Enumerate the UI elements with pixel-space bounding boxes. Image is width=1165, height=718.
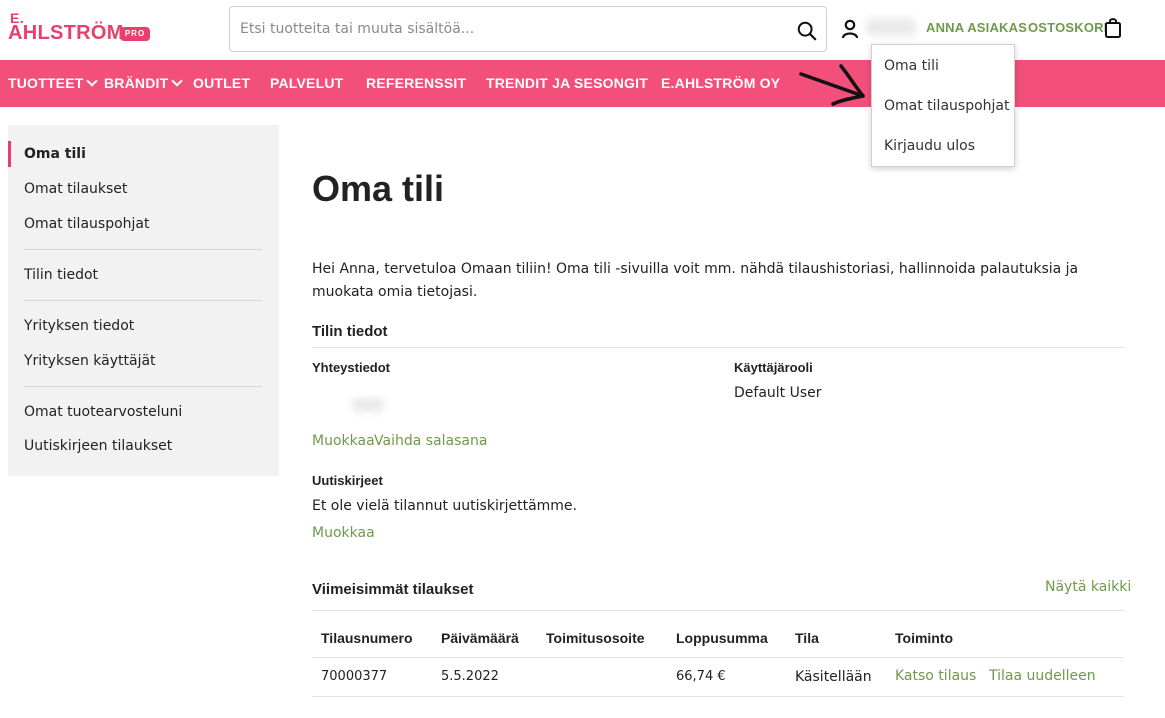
search-input[interactable] bbox=[240, 18, 780, 40]
account-sidebar: Oma tili Omat tilaukset Omat tilauspohja… bbox=[8, 125, 279, 476]
search-icon[interactable] bbox=[796, 20, 818, 42]
menu-item-tilauspohjat[interactable]: Omat tilauspohjat bbox=[884, 98, 1009, 114]
order-date: 5.5.2022 bbox=[441, 669, 499, 684]
nav-item-brandit[interactable]: BRÄNDIT bbox=[104, 75, 184, 91]
sidebar-item-arvostelut[interactable]: Omat tuotearvosteluni bbox=[24, 404, 182, 420]
page-title: Oma tili bbox=[312, 168, 445, 209]
divider bbox=[312, 610, 1124, 611]
menu-item-logout[interactable]: Kirjaudu ulos bbox=[884, 138, 975, 154]
annotation-arrow-icon bbox=[799, 64, 865, 106]
sidebar-item-yrityksen-tiedot[interactable]: Yrityksen tiedot bbox=[24, 318, 134, 334]
divider bbox=[24, 386, 262, 387]
column-header: Loppusumma bbox=[676, 630, 768, 646]
nav-item-palvelut[interactable]: PALVELUT bbox=[270, 75, 343, 91]
brand-logo[interactable]: E. AHLSTRÖM PRO bbox=[8, 10, 153, 48]
chevron-down-icon bbox=[171, 75, 184, 87]
column-header: Tilausnumero bbox=[321, 630, 413, 646]
blurred-user-info bbox=[866, 18, 916, 36]
account-info-heading: Tilin tiedot bbox=[312, 323, 388, 340]
sidebar-item-tilin-tiedot[interactable]: Tilin tiedot bbox=[24, 267, 98, 283]
column-header: Toimitusosoite bbox=[546, 630, 645, 646]
newsletter-status: Et ole vielä tilannut uutiskirjettämme. bbox=[312, 498, 577, 514]
nav-item-referenssit[interactable]: REFERENSSIT bbox=[366, 75, 466, 91]
change-password-link[interactable]: Vaihda salasana bbox=[374, 433, 487, 449]
welcome-text: Hei Anna, tervetuloa Omaan tiliin! Oma t… bbox=[312, 261, 1079, 300]
edit-contact-link[interactable]: Muokkaa bbox=[312, 433, 375, 449]
sidebar-item-tilauspohjat[interactable]: Omat tilauspohjat bbox=[24, 216, 149, 232]
menu-item-oma-tili[interactable]: Oma tili bbox=[884, 58, 939, 74]
sidebar-item-oma-tili[interactable]: Oma tili bbox=[24, 146, 86, 162]
nav-item-trendit[interactable]: TRENDIT JA SESONGIT bbox=[486, 75, 648, 91]
nav-item-company[interactable]: E.AHLSTRÖM OY bbox=[661, 75, 780, 91]
column-header: Toiminto bbox=[895, 630, 954, 646]
order-number: 70000377 bbox=[321, 669, 388, 684]
divider bbox=[312, 347, 1124, 348]
active-indicator bbox=[8, 141, 11, 167]
newsletter-heading: Uutiskirjeet bbox=[312, 473, 383, 488]
reorder-link[interactable]: Tilaa uudelleen bbox=[989, 668, 1096, 684]
cart-link[interactable]: OSTOSKORI bbox=[1028, 20, 1108, 35]
order-status: Käsitellään bbox=[795, 669, 872, 685]
show-all-orders-link[interactable]: Näytä kaikki bbox=[1045, 579, 1131, 595]
divider bbox=[24, 300, 262, 301]
column-header: Päivämäärä bbox=[441, 630, 519, 646]
shopping-bag-icon[interactable] bbox=[1104, 17, 1122, 39]
role-value: Default User bbox=[734, 385, 822, 401]
sidebar-item-uutiskirjeet[interactable]: Uutiskirjeen tilaukset bbox=[24, 438, 172, 454]
nav-item-outlet[interactable]: OUTLET bbox=[193, 75, 250, 91]
user-icon[interactable] bbox=[840, 18, 860, 40]
account-name-link[interactable]: ANNA ASIAKAS bbox=[926, 20, 1027, 35]
chevron-down-icon bbox=[86, 75, 99, 87]
account-dropdown-menu: Oma tili Omat tilauspohjat Kirjaudu ulos bbox=[871, 44, 1015, 167]
column-header: Tila bbox=[795, 630, 819, 646]
pro-badge: PRO bbox=[120, 27, 150, 41]
divider bbox=[24, 249, 262, 250]
recent-orders-heading: Viimeisimmät tilaukset bbox=[312, 581, 474, 598]
role-heading: Käyttäjärooli bbox=[734, 360, 813, 375]
divider bbox=[312, 696, 1124, 697]
nav-item-tuotteet[interactable]: TUOTTEET bbox=[8, 75, 99, 91]
sidebar-item-tilaukset[interactable]: Omat tilaukset bbox=[24, 181, 127, 197]
view-order-link[interactable]: Katso tilaus bbox=[895, 668, 976, 684]
order-total: 66,74 € bbox=[676, 669, 726, 684]
divider bbox=[312, 657, 1124, 658]
logo-line2: AHLSTRÖM bbox=[8, 22, 124, 44]
blurred-contact-info bbox=[352, 398, 384, 412]
search-box bbox=[229, 6, 827, 52]
sidebar-item-yrityksen-kayttajat[interactable]: Yrityksen käyttäjät bbox=[24, 353, 156, 369]
edit-newsletter-link[interactable]: Muokkaa bbox=[312, 525, 375, 541]
contact-heading: Yhteystiedot bbox=[312, 360, 391, 375]
